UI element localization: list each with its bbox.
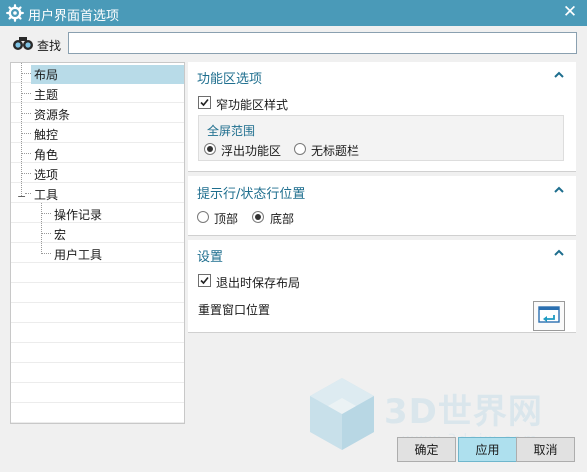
tree-item-operation-log[interactable]: 操作记录 <box>11 203 184 223</box>
section-title: 设置 <box>197 250 224 265</box>
collapse-icon[interactable]: − <box>17 191 26 202</box>
tree-item-touch[interactable]: 触控 <box>11 123 184 143</box>
tree-item-resource-bar[interactable]: 资源条 <box>11 103 184 123</box>
top-position-radio[interactable] <box>197 211 209 223</box>
tree-item-label: 操作记录 <box>54 208 103 222</box>
tree-item-label: 资源条 <box>34 108 71 122</box>
search-row: 查找 <box>0 30 587 58</box>
fullscreen-title: 全屏范围 <box>207 124 256 138</box>
tree-item-user-tools[interactable]: 用户工具 <box>11 243 184 263</box>
reset-window-button[interactable] <box>533 301 565 331</box>
binoculars-icon <box>13 37 33 50</box>
close-icon[interactable]: ✕ <box>561 3 579 21</box>
prompt-position-section: 提示行/状态行位置 顶部 底部 <box>188 176 576 236</box>
section-title: 功能区选项 <box>197 72 263 87</box>
tree-item-options[interactable]: 选项 <box>11 163 184 183</box>
save-layout-checkbox[interactable] <box>198 274 211 287</box>
tree-item-layout[interactable]: 布局 <box>11 63 184 84</box>
title-bar: 用户界面首选项 ✕ <box>0 0 587 26</box>
tree-empty-row <box>11 283 184 303</box>
search-label: 查找 <box>37 39 62 53</box>
collapse-caret-icon[interactable] <box>552 246 566 260</box>
tree-item-label: 触控 <box>34 128 59 142</box>
window-title: 用户界面首选项 <box>28 9 120 24</box>
ok-button[interactable]: 确定 <box>397 437 456 462</box>
tree-item-label: 选项 <box>34 168 59 182</box>
tree-item-label: 主题 <box>34 88 59 102</box>
tree-item-role[interactable]: 角色 <box>11 143 184 163</box>
section-title: 提示行/状态行位置 <box>197 187 306 202</box>
ribbon-options-section: 功能区选项 窄功能区样式 全屏范围 浮出功能区 无标题栏 <box>188 62 576 172</box>
no-titlebar-label: 无标题栏 <box>311 144 360 158</box>
watermark-text: 3D世界网 <box>384 392 543 432</box>
top-position-label: 顶部 <box>214 212 239 226</box>
tree-item-label: 布局 <box>31 65 184 84</box>
tree-empty-row <box>11 343 184 363</box>
tree-item-label: 工具 <box>34 188 59 202</box>
tree-empty-row <box>11 403 184 423</box>
float-ribbon-label: 浮出功能区 <box>221 144 282 158</box>
fullscreen-group: 全屏范围 浮出功能区 无标题栏 <box>198 115 564 161</box>
search-input[interactable] <box>68 32 577 54</box>
apply-button[interactable]: 应用 <box>458 437 517 462</box>
float-ribbon-radio[interactable] <box>204 143 216 155</box>
save-layout-label: 退出时保存布局 <box>216 276 301 290</box>
reset-window-label: 重置窗口位置 <box>198 303 271 317</box>
tree-empty-row <box>11 263 184 283</box>
no-titlebar-radio[interactable] <box>294 143 306 155</box>
tree-item-label: 宏 <box>54 228 67 242</box>
cube-logo-icon <box>310 378 374 450</box>
tree-empty-row <box>11 303 184 323</box>
tree-empty-row <box>11 363 184 383</box>
tree-item-label: 用户工具 <box>54 248 103 262</box>
tree-empty-row <box>11 383 184 403</box>
settings-section: 设置 退出时保存布局 重置窗口位置 <box>188 240 576 333</box>
tree-item-tools[interactable]: 工具 <box>11 183 184 203</box>
gear-icon <box>6 4 24 22</box>
tree-item-theme[interactable]: 主题 <box>11 83 184 103</box>
collapse-caret-icon[interactable] <box>552 183 566 197</box>
narrow-ribbon-label: 窄功能区样式 <box>216 98 289 112</box>
collapse-caret-icon[interactable] <box>552 68 566 82</box>
category-tree: 布局 主题 资源条 触控 角色 选项 工具 − 操作记录 宏 用户工具 <box>10 62 185 424</box>
tree-item-macro[interactable]: 宏 <box>11 223 184 243</box>
cancel-button[interactable]: 取消 <box>516 437 575 462</box>
reset-window-icon <box>538 306 560 323</box>
narrow-ribbon-checkbox[interactable] <box>198 96 211 109</box>
bottom-position-radio[interactable] <box>252 211 264 223</box>
tree-empty-row <box>11 323 184 343</box>
tree-item-label: 角色 <box>34 148 59 162</box>
bottom-position-label: 底部 <box>270 212 295 226</box>
